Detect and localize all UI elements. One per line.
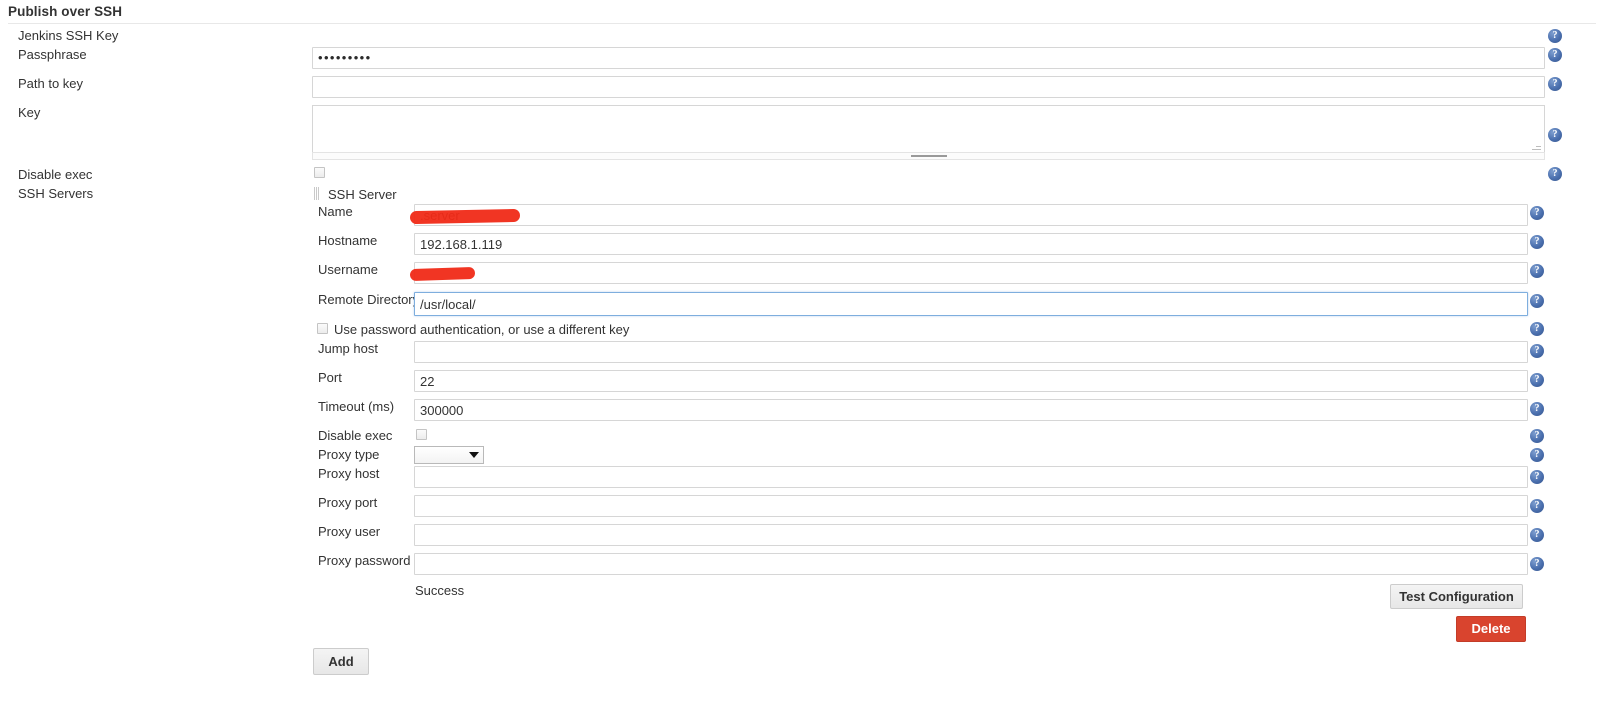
proxy-type-label: Proxy type bbox=[318, 447, 380, 462]
remote-directory-input[interactable] bbox=[414, 292, 1528, 316]
test-configuration-button[interactable]: Test Configuration bbox=[1390, 584, 1523, 609]
proxy-password-input[interactable] bbox=[414, 553, 1528, 575]
proxy-password-label: Proxy password bbox=[318, 553, 411, 568]
help-icon-remote-directory[interactable]: ? bbox=[1530, 294, 1544, 308]
port-value: 22 bbox=[420, 374, 435, 389]
proxy-port-input[interactable] bbox=[414, 495, 1528, 517]
help-icon-jenkins-ssh-key[interactable]: ? bbox=[1548, 29, 1562, 43]
disable-exec-checkbox-server[interactable] bbox=[416, 429, 427, 440]
use-password-auth-checkbox[interactable] bbox=[317, 323, 328, 334]
name-redaction-mark bbox=[409, 208, 521, 225]
timeout-input[interactable] bbox=[414, 399, 1528, 421]
page-title: Publish over SSH bbox=[8, 4, 123, 19]
help-icon-hostname[interactable]: ? bbox=[1530, 235, 1544, 249]
timeout-value: 300000 bbox=[420, 403, 464, 418]
name-label: Name bbox=[318, 204, 353, 219]
proxy-port-label: Proxy port bbox=[318, 495, 378, 510]
help-icon-proxy-password[interactable]: ? bbox=[1530, 557, 1544, 571]
hostname-value: 192.168.1.119 bbox=[420, 237, 503, 252]
username-redaction-mark bbox=[409, 266, 476, 282]
chevron-down-icon bbox=[469, 452, 479, 458]
add-button[interactable]: Add bbox=[313, 648, 369, 675]
help-icon-passphrase[interactable]: ? bbox=[1548, 48, 1562, 62]
port-input[interactable] bbox=[414, 370, 1528, 392]
help-icon-disable-exec-server[interactable]: ? bbox=[1530, 429, 1544, 443]
remote-directory-value: /usr/local/ bbox=[420, 297, 476, 312]
passphrase-input[interactable] bbox=[312, 47, 1545, 69]
disable-exec-checkbox-outer[interactable] bbox=[314, 167, 325, 178]
key-drag-bar[interactable] bbox=[312, 152, 1545, 160]
username-label: Username bbox=[318, 262, 378, 277]
help-icon-proxy-port[interactable]: ? bbox=[1530, 499, 1544, 513]
help-icon-use-password-auth[interactable]: ? bbox=[1530, 322, 1544, 336]
jenkins-ssh-key-label: Jenkins SSH Key bbox=[18, 28, 119, 43]
delete-button[interactable]: Delete bbox=[1456, 616, 1526, 642]
help-icon-username[interactable]: ? bbox=[1530, 264, 1544, 278]
name-input[interactable] bbox=[414, 204, 1528, 226]
key-textarea[interactable] bbox=[312, 105, 1545, 153]
help-icon-jump-host[interactable]: ? bbox=[1530, 344, 1544, 358]
help-icon-key[interactable]: ? bbox=[1548, 128, 1562, 142]
help-icon-name[interactable]: ? bbox=[1530, 206, 1544, 220]
passphrase-value: ••••••••• bbox=[318, 50, 372, 65]
ssh-server-group-label: SSH Server bbox=[328, 187, 397, 202]
port-label: Port bbox=[318, 370, 342, 385]
ssh-server-drag-handle[interactable] bbox=[313, 187, 320, 200]
hostname-input[interactable] bbox=[414, 233, 1528, 255]
jump-host-label: Jump host bbox=[318, 341, 378, 356]
help-icon-timeout[interactable]: ? bbox=[1530, 402, 1544, 416]
status-message: Success bbox=[415, 583, 465, 598]
disable-exec-label-outer: Disable exec bbox=[18, 167, 93, 182]
path-to-key-input[interactable] bbox=[312, 76, 1545, 98]
proxy-user-label: Proxy user bbox=[318, 524, 381, 539]
help-icon-proxy-host[interactable]: ? bbox=[1530, 470, 1544, 484]
help-icon-proxy-type[interactable]: ? bbox=[1530, 448, 1544, 462]
proxy-user-input[interactable] bbox=[414, 524, 1528, 546]
help-icon-path-to-key[interactable]: ? bbox=[1548, 77, 1562, 91]
hostname-label: Hostname bbox=[318, 233, 378, 248]
help-icon-proxy-user[interactable]: ? bbox=[1530, 528, 1544, 542]
proxy-host-label: Proxy host bbox=[318, 466, 380, 481]
help-icon-port[interactable]: ? bbox=[1530, 373, 1544, 387]
proxy-type-select[interactable] bbox=[414, 446, 484, 464]
publish-over-ssh-page: Publish over SSH Jenkins SSH Key ? Passp… bbox=[0, 0, 1604, 702]
use-password-auth-label: Use password authentication, or use a di… bbox=[334, 322, 630, 337]
help-icon-disable-exec-outer[interactable]: ? bbox=[1548, 167, 1562, 181]
proxy-host-input[interactable] bbox=[414, 466, 1528, 488]
path-to-key-label: Path to key bbox=[18, 76, 84, 91]
jump-host-input[interactable] bbox=[414, 341, 1528, 363]
title-divider bbox=[8, 23, 1596, 24]
ssh-servers-label: SSH Servers bbox=[18, 186, 94, 201]
disable-exec-label-server: Disable exec bbox=[318, 428, 393, 443]
timeout-label: Timeout (ms) bbox=[318, 399, 395, 414]
remote-directory-label: Remote Directory bbox=[318, 292, 420, 307]
username-input[interactable] bbox=[414, 262, 1528, 284]
passphrase-label: Passphrase bbox=[18, 47, 87, 62]
key-label: Key bbox=[18, 105, 41, 120]
